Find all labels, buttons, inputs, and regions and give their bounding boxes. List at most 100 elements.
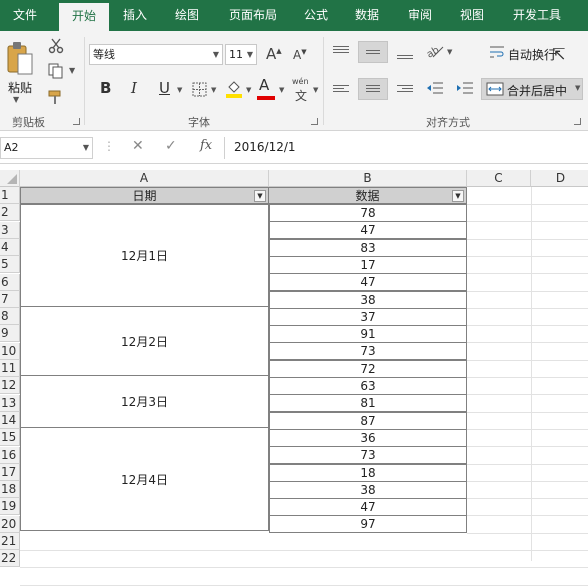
row-header[interactable]: 10 xyxy=(0,342,20,360)
value-cell[interactable]: 18 xyxy=(269,463,467,482)
tab-data[interactable]: 数据 xyxy=(344,0,390,31)
row-header[interactable]: 14 xyxy=(0,411,20,429)
bold-button[interactable]: B xyxy=(100,79,111,97)
row-header[interactable]: 3 xyxy=(0,221,20,239)
row-header[interactable]: 18 xyxy=(0,481,20,499)
value-cell[interactable]: 47 xyxy=(269,221,467,240)
value-cell[interactable]: 97 xyxy=(269,515,467,534)
align-right-icon[interactable] xyxy=(397,83,413,94)
value-cell[interactable]: 73 xyxy=(269,342,467,361)
clipboard-dialog-launcher-icon[interactable] xyxy=(73,118,80,125)
value-cell[interactable]: 17 xyxy=(269,255,467,274)
worksheet-grid[interactable]: A B C D 1 2 3 4 5 6 7 8 9 10 11 12 13 14 15 16 17 18 19 20 2… xyxy=(0,170,588,586)
copy-dropdown-icon[interactable]: ▼ xyxy=(69,66,75,75)
increase-font-size-button[interactable]: A▲ xyxy=(266,45,282,63)
cell-a1[interactable]: 日期 ▼ xyxy=(20,187,269,204)
value-cell[interactable]: 83 xyxy=(269,238,467,257)
row-header[interactable]: 5 xyxy=(0,256,20,274)
tab-draw[interactable]: 绘图 xyxy=(163,0,211,31)
column-header[interactable]: A xyxy=(20,170,269,187)
alignment-dialog-launcher-icon[interactable] xyxy=(574,118,581,125)
fill-color-dropdown-icon[interactable]: ▼ xyxy=(246,86,251,94)
font-size-select[interactable]: 11 ▼ xyxy=(225,44,257,65)
italic-button[interactable]: I xyxy=(131,79,137,97)
value-cell[interactable]: 78 xyxy=(269,204,467,222)
paste-dropdown-icon[interactable]: ▼ xyxy=(13,95,19,104)
format-painter-icon[interactable] xyxy=(47,88,65,106)
column-header[interactable]: C xyxy=(467,170,531,187)
row-header[interactable]: 20 xyxy=(0,515,20,533)
value-cell[interactable]: 72 xyxy=(269,359,467,378)
row-header[interactable]: 12 xyxy=(0,377,20,395)
align-center-icon[interactable] xyxy=(358,78,388,100)
cut-icon[interactable] xyxy=(47,37,65,55)
tab-formulas[interactable]: 公式 xyxy=(293,0,339,31)
align-middle-icon[interactable] xyxy=(358,41,388,63)
paste-icon[interactable] xyxy=(5,37,35,81)
value-cell[interactable]: 63 xyxy=(269,377,467,395)
increase-indent-icon[interactable] xyxy=(456,80,474,96)
merge-dropdown-icon[interactable]: ▼ xyxy=(575,84,580,92)
row-header[interactable]: 19 xyxy=(0,498,20,516)
row-header[interactable]: 13 xyxy=(0,394,20,412)
merge-center-button[interactable]: 合并后居中 ▼ xyxy=(481,78,583,100)
align-bottom-icon[interactable] xyxy=(397,53,413,61)
align-top-icon[interactable] xyxy=(333,44,349,55)
row-header[interactable]: 22 xyxy=(0,550,20,568)
value-cell[interactable]: 37 xyxy=(269,307,467,326)
merged-date-cell[interactable]: 12月4日 xyxy=(20,427,269,531)
merged-date-cell[interactable]: 12月2日 xyxy=(20,306,269,376)
row-header[interactable]: 15 xyxy=(0,429,20,447)
row-header[interactable]: 17 xyxy=(0,463,20,481)
row-header[interactable]: 1 xyxy=(0,187,20,204)
fill-color-icon[interactable] xyxy=(224,78,244,100)
tab-file[interactable]: 文件 xyxy=(0,0,50,31)
cancel-icon[interactable]: ✕ xyxy=(132,138,144,154)
tab-view[interactable]: 视图 xyxy=(449,0,495,31)
value-cell[interactable]: 91 xyxy=(269,325,467,344)
phonetic-dropdown-icon[interactable]: ▼ xyxy=(313,86,318,94)
borders-icon[interactable] xyxy=(190,80,208,98)
font-name-select[interactable]: 等线 ▼ xyxy=(89,44,223,65)
copy-icon[interactable] xyxy=(47,62,65,80)
row-header[interactable]: 7 xyxy=(0,290,20,308)
insert-function-button[interactable]: fx xyxy=(200,138,212,153)
phonetic-guide-pinyin[interactable]: wén xyxy=(292,77,309,86)
row-header[interactable]: 8 xyxy=(0,308,20,326)
paste-button-label[interactable]: 粘贴 xyxy=(8,79,32,96)
value-cell[interactable]: 81 xyxy=(269,394,467,413)
cell-b1[interactable]: 数据 ▼ xyxy=(268,187,467,204)
column-header[interactable]: B xyxy=(269,170,467,187)
filter-dropdown-icon[interactable]: ▼ xyxy=(452,190,464,202)
name-box[interactable]: A2 ▼ xyxy=(0,137,93,159)
value-cell[interactable]: 47 xyxy=(269,273,467,292)
tab-page-layout[interactable]: 页面布局 xyxy=(220,0,286,31)
value-cell[interactable]: 38 xyxy=(269,290,467,309)
wrap-text-icon[interactable] xyxy=(488,44,506,60)
decrease-font-size-button[interactable]: A▼ xyxy=(293,48,307,62)
enter-icon[interactable]: ✓ xyxy=(165,138,177,154)
wrap-text-button[interactable]: 自动换行 xyxy=(508,46,556,63)
row-header[interactable]: 2 xyxy=(0,204,20,222)
merged-date-cell[interactable]: 12月3日 xyxy=(20,375,269,428)
row-header[interactable]: 4 xyxy=(0,238,20,256)
decrease-indent-icon[interactable] xyxy=(426,80,444,96)
row-header[interactable]: 21 xyxy=(0,533,20,550)
value-cell[interactable]: 38 xyxy=(269,480,467,499)
tab-home[interactable]: 开始 xyxy=(59,3,109,31)
value-cell[interactable]: 87 xyxy=(269,411,467,430)
underline-dropdown-icon[interactable]: ▼ xyxy=(177,86,182,94)
font-color-dropdown-icon[interactable]: ▼ xyxy=(279,86,284,94)
value-cell[interactable]: 36 xyxy=(269,428,467,447)
tab-review[interactable]: 审阅 xyxy=(397,0,443,31)
tab-insert[interactable]: 插入 xyxy=(112,0,158,31)
row-header[interactable]: 6 xyxy=(0,273,20,291)
value-cell[interactable]: 73 xyxy=(269,446,467,465)
value-cell[interactable]: 47 xyxy=(269,498,467,517)
phonetic-guide-char[interactable]: 文 xyxy=(295,87,307,104)
column-header[interactable]: D xyxy=(531,170,588,187)
filter-dropdown-icon[interactable]: ▼ xyxy=(254,190,266,202)
row-header[interactable]: 11 xyxy=(0,360,20,377)
formula-input[interactable]: 2016/12/1 xyxy=(234,140,296,154)
select-all-corner[interactable] xyxy=(0,170,20,187)
